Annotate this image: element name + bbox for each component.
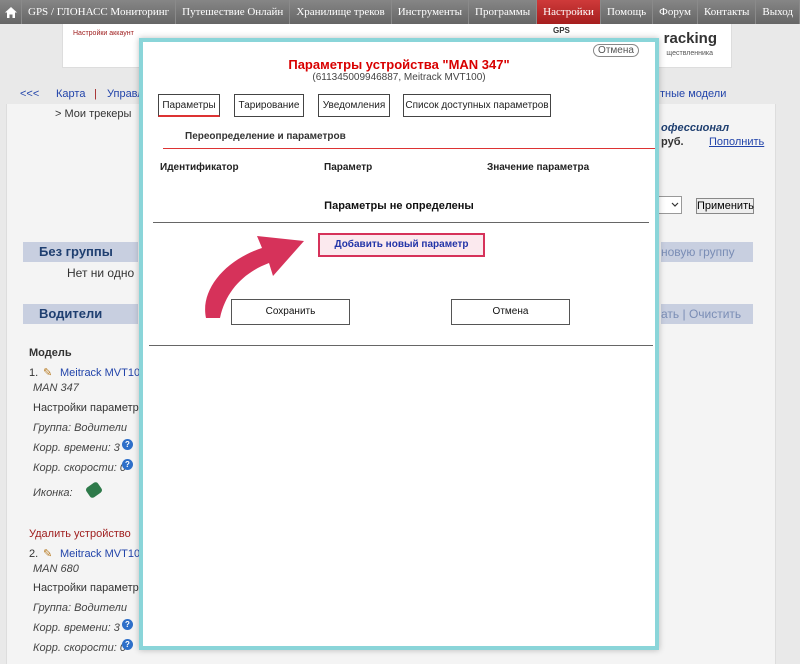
tab-calibration[interactable]: Тарирование — [234, 94, 304, 117]
close-button[interactable]: Отмена — [593, 44, 639, 57]
column-header-identifier: Идентификатор — [160, 162, 239, 173]
device-parameters-dialog: Отмена Параметры устройства "MAN 347" (6… — [139, 38, 659, 650]
empty-parameters-message: Параметры не определены — [324, 200, 474, 212]
dialog-subtitle: (611345009946887, Meitrack MVT100) — [312, 72, 486, 83]
footer-divider — [149, 345, 653, 346]
section-title: Переопределение и параметров — [185, 131, 346, 142]
column-header-parameter: Параметр — [324, 162, 373, 173]
dialog-title: Параметры устройства "MAN 347" — [288, 57, 510, 72]
table-bottom-divider — [153, 222, 649, 223]
add-parameter-button[interactable]: Добавить новый параметр — [318, 233, 485, 257]
cancel-button[interactable]: Отмена — [451, 299, 570, 325]
column-header-value: Значение параметра — [487, 162, 590, 173]
tab-available-parameters[interactable]: Список доступных параметров — [403, 94, 551, 117]
tab-parameters[interactable]: Параметры — [158, 94, 220, 117]
tab-notifications[interactable]: Уведомления — [318, 94, 390, 117]
section-divider — [163, 148, 655, 149]
save-button[interactable]: Сохранить — [231, 299, 350, 325]
